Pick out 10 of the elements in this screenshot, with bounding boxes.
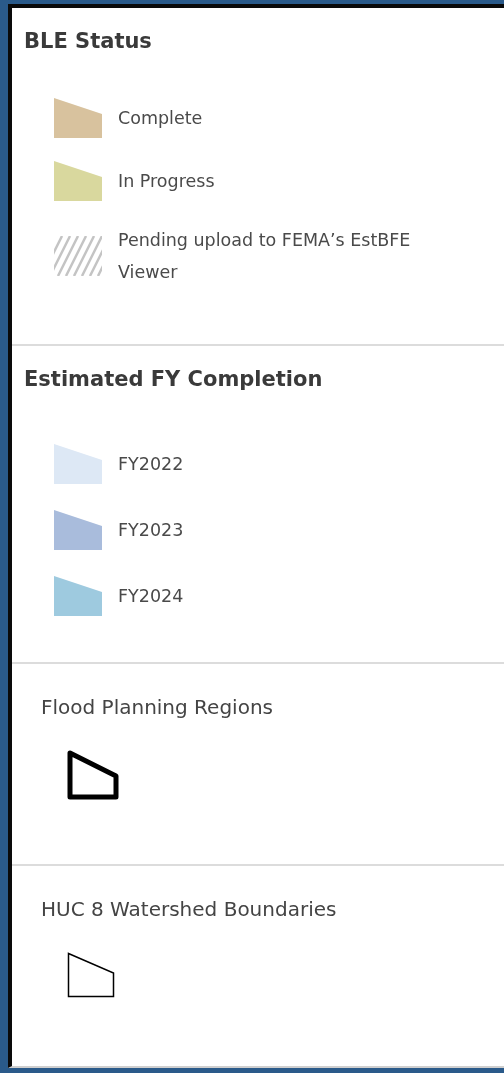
legend-label: FY2024 [118, 585, 184, 608]
legend-heading: HUC 8 Watershed Boundaries [40, 896, 338, 923]
legend-heading: Flood Planning Regions [40, 694, 274, 721]
legend-label: Pending upload to FEMA’s EstBFE Viewer [118, 229, 412, 284]
legend-label: Complete [118, 107, 203, 130]
legend-label: FY2022 [118, 453, 184, 476]
legend-heading: BLE Status [23, 28, 153, 55]
legend-label: In Progress [118, 170, 215, 193]
legend-heading: Estimated FY Completion [23, 366, 324, 393]
legend-label: FY2023 [118, 519, 184, 542]
